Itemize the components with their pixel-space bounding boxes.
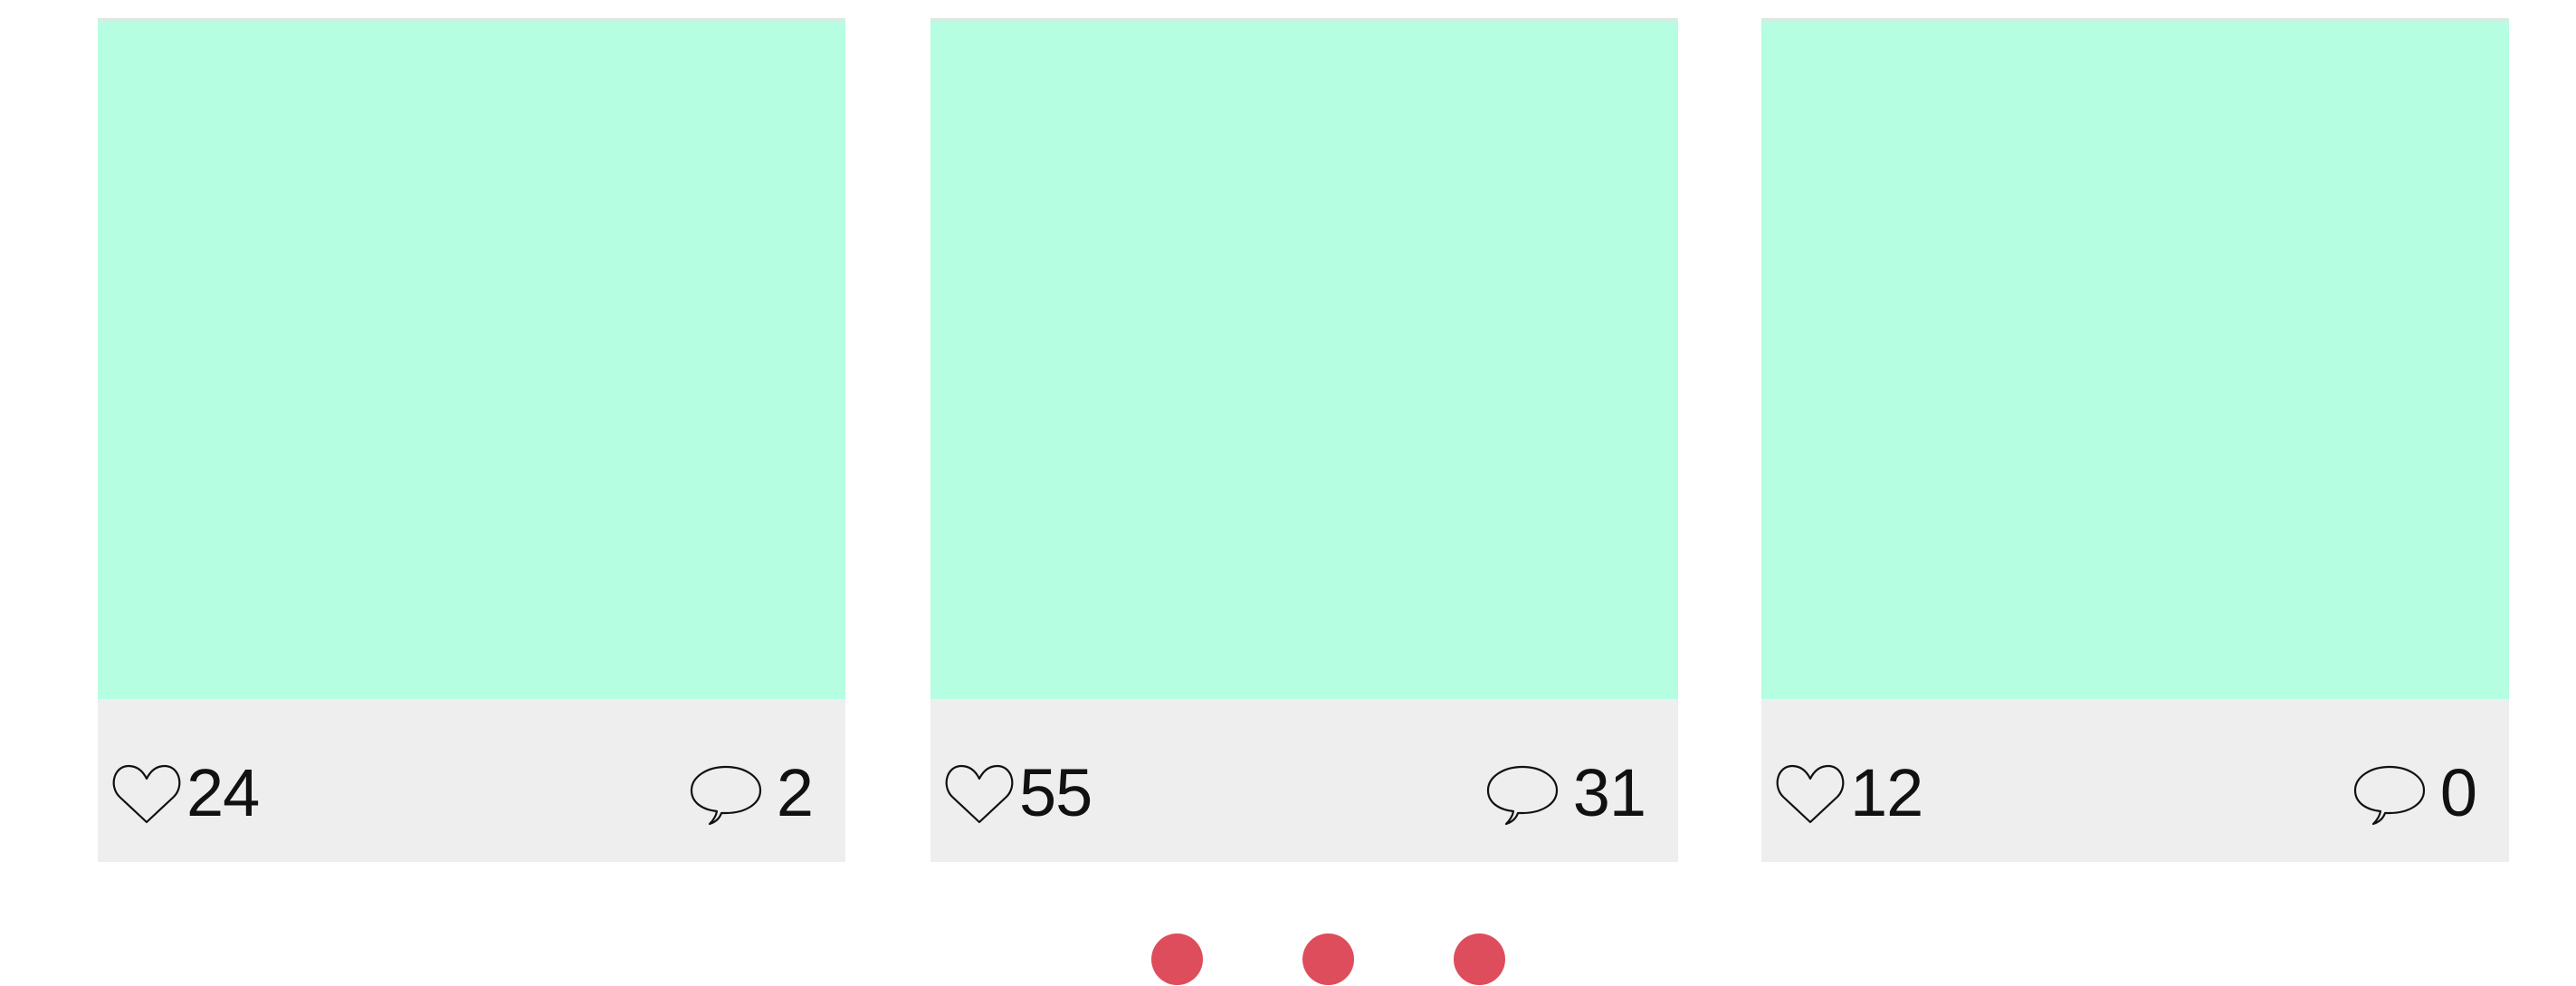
comment-button[interactable]: 0 bbox=[2353, 755, 2477, 830]
pagination-dot-2[interactable] bbox=[1302, 933, 1354, 985]
post-card-1[interactable]: 24 2 bbox=[98, 18, 845, 862]
comment-button[interactable]: 31 bbox=[1486, 757, 1646, 829]
comment-count: 31 bbox=[1572, 755, 1646, 830]
like-button[interactable]: 12 bbox=[1774, 755, 1923, 830]
speech-bubble-icon[interactable] bbox=[1486, 761, 1559, 826]
heart-icon[interactable] bbox=[110, 761, 183, 826]
speech-bubble-icon[interactable] bbox=[690, 761, 762, 826]
like-count: 24 bbox=[186, 755, 260, 830]
speech-bubble-icon[interactable] bbox=[2353, 761, 2426, 826]
comment-button[interactable]: 2 bbox=[690, 755, 814, 830]
like-button[interactable]: 55 bbox=[943, 757, 1092, 829]
post-card-2[interactable]: 55 31 bbox=[930, 18, 1678, 862]
pagination-dot-3[interactable] bbox=[1454, 933, 1505, 985]
post-footer: 24 2 bbox=[98, 699, 845, 862]
post-image[interactable] bbox=[930, 18, 1678, 699]
pagination-dots bbox=[0, 933, 2576, 986]
like-count: 55 bbox=[1019, 755, 1092, 830]
heart-icon[interactable] bbox=[943, 761, 1016, 826]
comment-count: 2 bbox=[776, 755, 814, 830]
like-count: 12 bbox=[1850, 755, 1923, 830]
post-footer: 12 0 bbox=[1761, 699, 2509, 862]
heart-icon[interactable] bbox=[1774, 761, 1846, 826]
comment-count: 0 bbox=[2439, 755, 2477, 830]
pagination-dot-1[interactable] bbox=[1151, 933, 1203, 985]
post-footer: 55 31 bbox=[930, 699, 1678, 862]
post-card-3[interactable]: 12 0 bbox=[1761, 18, 2509, 862]
post-image[interactable] bbox=[1761, 18, 2509, 699]
like-button[interactable]: 24 bbox=[110, 755, 260, 830]
post-image[interactable] bbox=[98, 18, 845, 699]
